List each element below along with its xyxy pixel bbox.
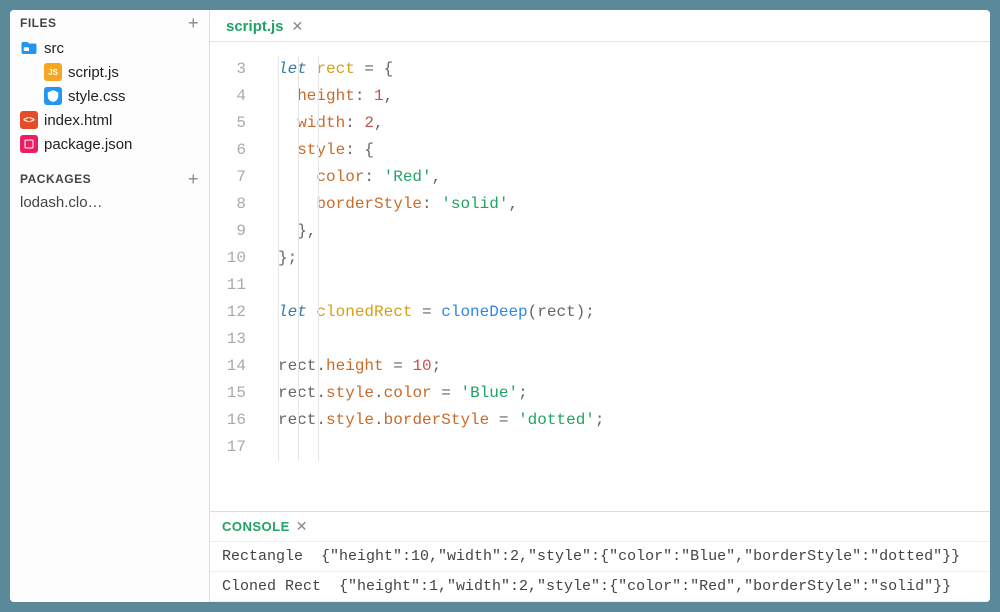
line-number: 16 <box>210 407 246 434</box>
code-line[interactable]: let rect = { <box>260 56 990 83</box>
code-line[interactable]: width: 2, <box>260 110 990 137</box>
code-line[interactable]: }; <box>260 245 990 272</box>
packages-label: PACKAGES <box>20 172 91 186</box>
line-number: 8 <box>210 191 246 218</box>
code-line[interactable]: style: { <box>260 137 990 164</box>
packages-list: lodash.clo… <box>10 190 209 215</box>
file-style-css[interactable]: style.css <box>10 84 209 108</box>
console-header: CONSOLE ✕ <box>210 512 990 542</box>
line-number: 10 <box>210 245 246 272</box>
json-icon <box>20 135 38 153</box>
line-number: 3 <box>210 56 246 83</box>
console-panel: CONSOLE ✕ Rectangle {"height":10,"width"… <box>210 511 990 602</box>
line-number: 5 <box>210 110 246 137</box>
code-line[interactable] <box>260 272 990 299</box>
line-gutter: 34567891011121314151617 <box>210 56 260 511</box>
code-line[interactable]: rect.height = 10; <box>260 353 990 380</box>
folder-icon <box>20 39 38 57</box>
code-line[interactable]: color: 'Red', <box>260 164 990 191</box>
line-number: 14 <box>210 353 246 380</box>
sidebar: FILES + src JS script.js style.css <> <box>10 10 210 602</box>
line-number: 17 <box>210 434 246 461</box>
folder-src[interactable]: src <box>10 36 209 60</box>
add-file-button[interactable]: + <box>188 16 199 30</box>
console-line: Cloned Rect {"height":1,"width":2,"style… <box>210 572 990 602</box>
line-number: 6 <box>210 137 246 164</box>
console-line: Rectangle {"height":10,"width":2,"style"… <box>210 542 990 572</box>
line-number: 12 <box>210 299 246 326</box>
package-item[interactable]: lodash.clo… <box>20 194 199 211</box>
code-line[interactable]: }, <box>260 218 990 245</box>
file-package-json[interactable]: package.json <box>10 132 209 156</box>
file-label: index.html <box>44 112 112 129</box>
line-number: 13 <box>210 326 246 353</box>
close-icon[interactable]: ✕ <box>296 518 308 535</box>
code-line[interactable]: height: 1, <box>260 83 990 110</box>
code-line[interactable]: rect.style.color = 'Blue'; <box>260 380 990 407</box>
code-line[interactable]: let clonedRect = cloneDeep(rect); <box>260 299 990 326</box>
js-icon: JS <box>44 63 62 81</box>
file-index-html[interactable]: <> index.html <box>10 108 209 132</box>
line-number: 9 <box>210 218 246 245</box>
line-number: 11 <box>210 272 246 299</box>
file-label: script.js <box>68 64 119 81</box>
file-label: style.css <box>68 88 126 105</box>
console-label: CONSOLE <box>222 519 290 534</box>
code-line[interactable] <box>260 326 990 353</box>
code-line[interactable]: rect.style.borderStyle = 'dotted'; <box>260 407 990 434</box>
code-line[interactable] <box>260 434 990 461</box>
file-label: src <box>44 40 64 57</box>
line-number: 4 <box>210 83 246 110</box>
files-section-header: FILES + <box>10 10 209 34</box>
files-label: FILES <box>20 16 57 30</box>
ide-window: FILES + src JS script.js style.css <> <box>10 10 990 602</box>
html-icon: <> <box>20 111 38 129</box>
code-line[interactable]: borderStyle: 'solid', <box>260 191 990 218</box>
css-icon <box>44 87 62 105</box>
code-editor[interactable]: 34567891011121314151617 let rect = { hei… <box>210 42 990 511</box>
add-package-button[interactable]: + <box>188 172 199 186</box>
line-number: 7 <box>210 164 246 191</box>
close-icon[interactable]: ✕ <box>292 18 304 35</box>
main-area: script.js ✕ 34567891011121314151617 let … <box>210 10 990 602</box>
tab-script-js[interactable]: script.js ✕ <box>222 16 307 37</box>
console-output: Rectangle {"height":10,"width":2,"style"… <box>210 542 990 602</box>
packages-section-header: PACKAGES + <box>10 166 209 190</box>
code-area[interactable]: let rect = { height: 1, width: 2, style:… <box>260 56 990 511</box>
file-label: package.json <box>44 136 132 153</box>
tab-label: script.js <box>226 18 284 35</box>
file-tree: src JS script.js style.css <> index.html <box>10 34 209 166</box>
file-script-js[interactable]: JS script.js <box>10 60 209 84</box>
line-number: 15 <box>210 380 246 407</box>
tab-bar: script.js ✕ <box>210 10 990 42</box>
